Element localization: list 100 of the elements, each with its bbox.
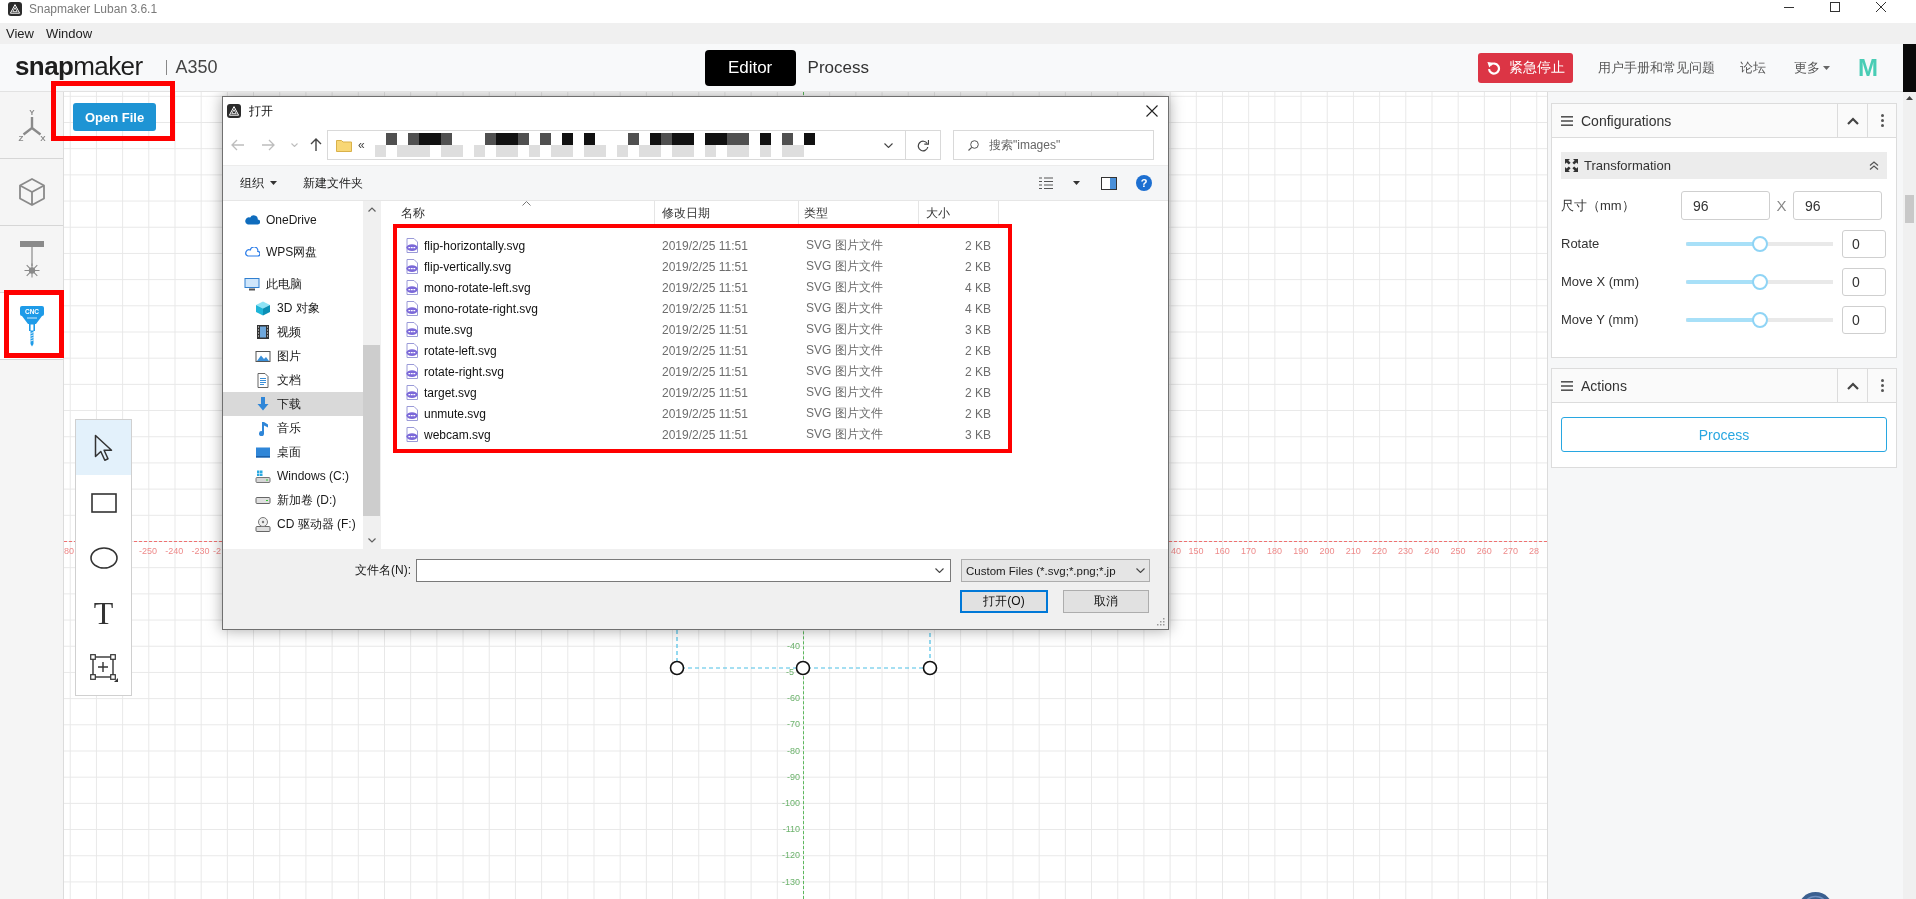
up-arrow-icon[interactable] xyxy=(310,138,322,152)
nav-item[interactable]: 文档 xyxy=(223,368,363,392)
file-name[interactable]: mute.svg xyxy=(424,322,473,337)
caret-down-icon[interactable] xyxy=(1073,181,1080,185)
file-name[interactable]: unmute.svg xyxy=(424,406,487,421)
vertical-scrollbar[interactable] xyxy=(1903,92,1916,899)
nav-item[interactable]: CD 驱动器 (F:) xyxy=(223,512,363,536)
close-icon[interactable] xyxy=(1146,105,1158,117)
search-field[interactable]: 搜索"images" xyxy=(953,130,1154,160)
value-input[interactable]: 0 xyxy=(1842,267,1886,296)
nav-item[interactable]: 音乐 xyxy=(223,416,363,440)
vertical-scrollbar[interactable] xyxy=(363,201,380,549)
emergency-stop-button[interactable]: 紧急停止 xyxy=(1478,52,1573,83)
file-icon xyxy=(405,259,419,274)
file-name[interactable]: rotate-left.svg xyxy=(424,343,497,358)
nav-item[interactable]: 图片 xyxy=(223,344,363,368)
file-name[interactable]: flip-horizontally.svg xyxy=(424,238,526,253)
resize-grip-icon[interactable] xyxy=(1156,617,1165,626)
double-chevron-up-icon[interactable] xyxy=(1869,161,1879,170)
mode-tab[interactable]: Process xyxy=(795,49,881,86)
nav-item[interactable]: 新加卷 (D:) xyxy=(223,488,363,512)
header-link[interactable]: 论坛 xyxy=(1740,58,1766,77)
chevron-down-icon[interactable] xyxy=(935,568,944,573)
file-name[interactable]: mono-rotate-left.svg xyxy=(424,280,531,295)
column-header[interactable]: 类型 xyxy=(799,201,919,225)
preview-pane-icon[interactable] xyxy=(1101,176,1117,190)
width-input[interactable]: 96 xyxy=(1681,191,1770,220)
menu-icon[interactable] xyxy=(1561,380,1573,391)
scrollbar-thumb[interactable] xyxy=(363,345,380,516)
refresh-button[interactable] xyxy=(905,130,941,160)
more-vertical-icon[interactable] xyxy=(1880,114,1884,127)
nav-item[interactable]: 3D 对象 xyxy=(223,296,363,320)
expand-arrows-icon xyxy=(1565,159,1578,172)
section-header[interactable]: Transformation xyxy=(1561,152,1887,179)
field-label: 尺寸（mm） xyxy=(1561,196,1636,215)
resize-handle[interactable] xyxy=(669,660,685,676)
more-vertical-icon[interactable] xyxy=(1880,379,1884,392)
file-name[interactable]: rotate-right.svg xyxy=(424,364,505,379)
chevron-up-icon[interactable] xyxy=(1846,116,1859,125)
nav-item[interactable]: 视频 xyxy=(223,320,363,344)
cube-icon xyxy=(255,300,271,316)
nav-item[interactable]: 下载 xyxy=(223,392,363,416)
drive-icon xyxy=(255,469,271,483)
close-icon[interactable] xyxy=(1876,2,1886,12)
chevron-down-icon[interactable] xyxy=(884,142,893,148)
resize-handle[interactable] xyxy=(922,660,938,676)
nav-item[interactable]: WPS网盘 xyxy=(223,240,363,264)
file-size: 2 KB xyxy=(965,385,991,400)
file-name[interactable]: target.svg xyxy=(424,385,477,400)
file-name[interactable]: webcam.svg xyxy=(424,427,491,442)
file-type-dropdown[interactable]: Custom Files (*.svg;*.png;*.jp xyxy=(961,559,1150,582)
select-tool-button[interactable] xyxy=(76,420,131,475)
modified-date: 2019/2/25 11:51 xyxy=(662,406,748,421)
scroll-up-icon[interactable] xyxy=(1906,96,1913,100)
height-input[interactable]: 96 xyxy=(1793,191,1882,220)
slider-thumb[interactable] xyxy=(1751,235,1768,252)
nav-item[interactable]: 此电脑 xyxy=(223,272,363,296)
modified-date: 2019/2/25 11:51 xyxy=(662,385,748,400)
menu-icon[interactable] xyxy=(1561,115,1573,126)
toolbar-button[interactable]: 新建文件夹 xyxy=(297,170,369,196)
more-menu-button[interactable]: 更多 xyxy=(1794,58,1830,77)
nav-item[interactable]: 桌面 xyxy=(223,440,363,464)
scroll-down-icon[interactable] xyxy=(367,538,376,543)
scroll-up-icon[interactable] xyxy=(367,207,376,212)
ruler-label: 200 xyxy=(1319,546,1335,557)
file-type: SVG 图片文件 xyxy=(806,342,883,359)
column-header[interactable]: 修改日期 xyxy=(655,201,799,225)
menu-item[interactable]: View xyxy=(2,25,38,42)
chevron-up-icon[interactable] xyxy=(1846,381,1859,390)
nav-item[interactable]: OneDrive xyxy=(223,208,363,232)
minimize-icon[interactable] xyxy=(1784,6,1794,8)
dialog-button[interactable]: 取消 xyxy=(1063,590,1149,613)
ruler-label: 240 xyxy=(1424,546,1440,557)
slider-thumb[interactable] xyxy=(1751,311,1768,328)
file-name[interactable]: flip-vertically.svg xyxy=(424,259,512,274)
file-type: SVG 图片文件 xyxy=(806,321,883,338)
column-header[interactable]: 大小 xyxy=(919,201,999,225)
value-input[interactable]: 0 xyxy=(1842,229,1886,258)
slider-thumb[interactable] xyxy=(1751,273,1768,290)
toolbar-button[interactable]: 组织 xyxy=(234,170,283,196)
resize-handle[interactable] xyxy=(795,660,811,676)
dialog-button[interactable]: 打开(O) xyxy=(960,590,1048,613)
column-header[interactable]: 名称 xyxy=(381,201,655,225)
modified-date: 2019/2/25 11:51 xyxy=(662,280,748,295)
details-view-icon[interactable] xyxy=(1039,177,1053,189)
header-link[interactable]: 用户手册和常见问题 xyxy=(1598,58,1715,77)
file-name[interactable]: mono-rotate-right.svg xyxy=(424,301,539,316)
nav-item[interactable]: Windows (C:) xyxy=(223,464,363,488)
dark-edge-strip xyxy=(1903,44,1916,92)
scrollbar-thumb[interactable] xyxy=(1905,195,1914,223)
help-button[interactable]: ? xyxy=(1136,175,1152,191)
menu-item[interactable]: Window xyxy=(41,25,97,42)
frame-plus-icon xyxy=(89,653,118,682)
address-bar[interactable]: « xyxy=(327,130,905,160)
mode-tab[interactable]: Editor xyxy=(704,49,796,86)
maximize-icon[interactable] xyxy=(1830,2,1840,12)
drive-icon xyxy=(255,496,271,504)
value-input[interactable]: 0 xyxy=(1842,305,1886,334)
file-name-field[interactable] xyxy=(416,559,951,582)
breadcrumb-overflow[interactable]: « xyxy=(358,138,365,152)
